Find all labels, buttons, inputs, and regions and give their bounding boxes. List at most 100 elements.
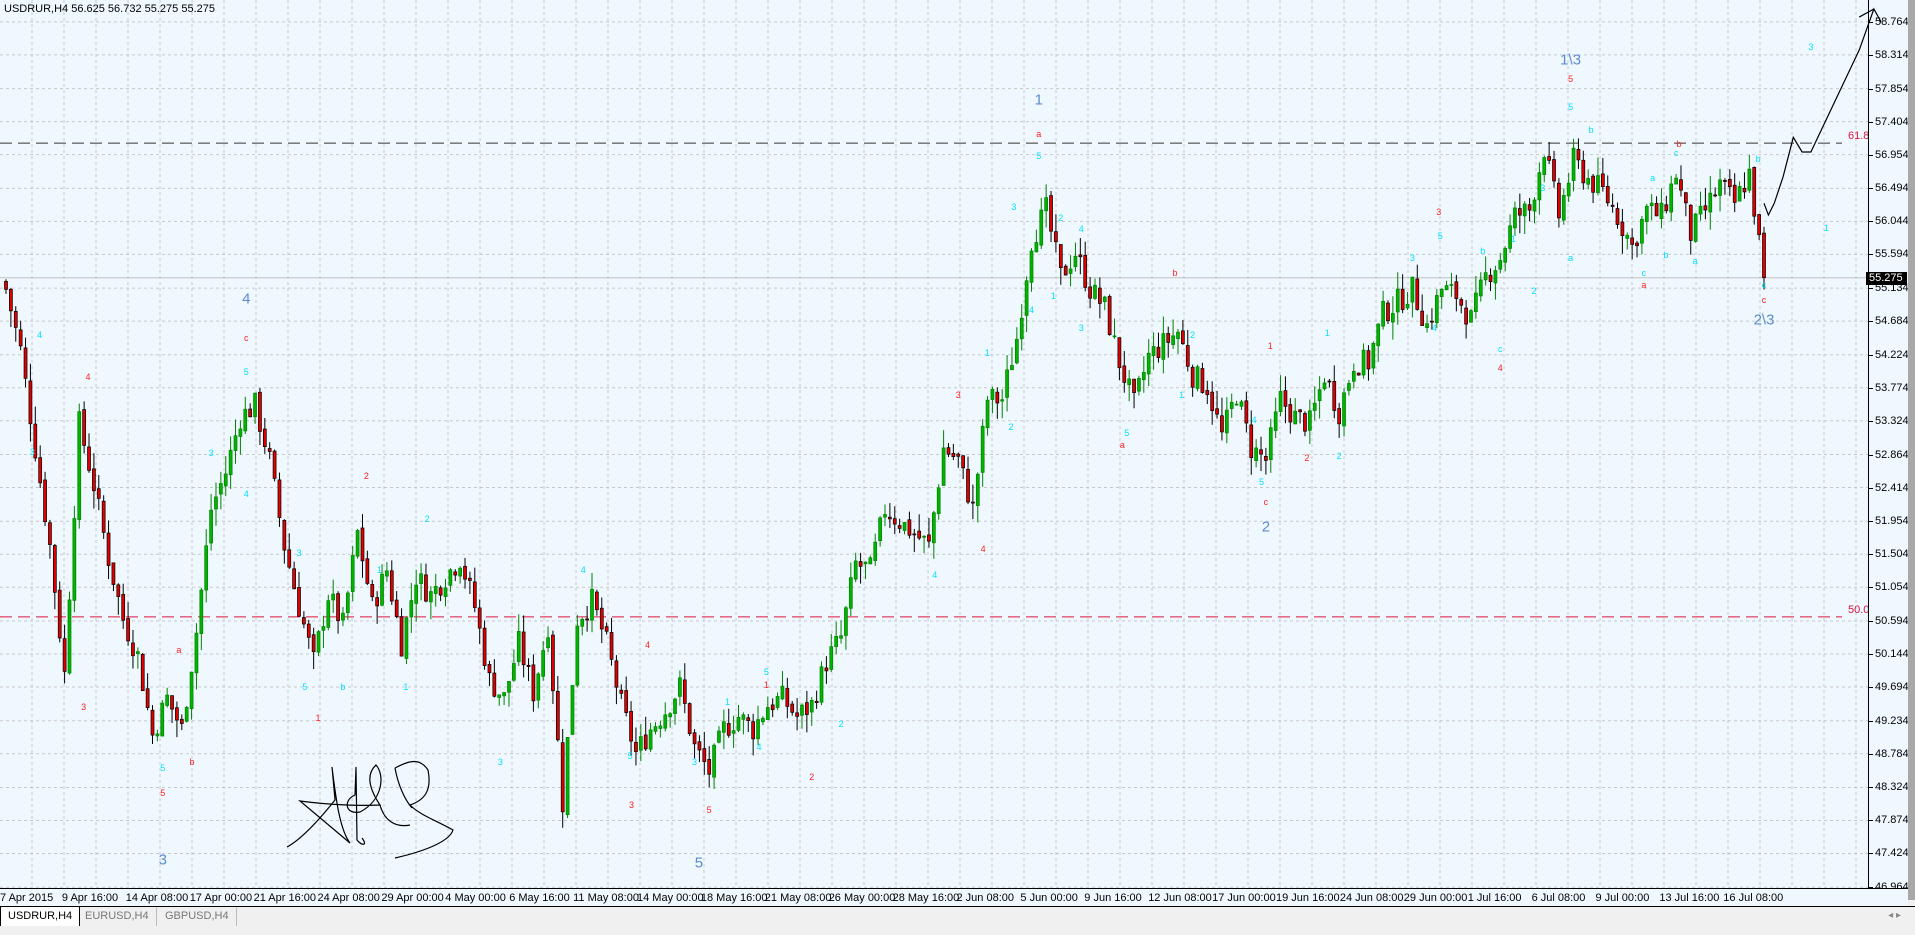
- candle-bull: [673, 698, 677, 715]
- candle-bull: [536, 673, 541, 701]
- candle-bull: [1659, 202, 1664, 219]
- wave-label-red: 4: [1497, 363, 1503, 374]
- price-tick: [1869, 621, 1873, 622]
- candle-bull: [1644, 205, 1649, 222]
- wave-label-cyan: 2: [1336, 450, 1342, 461]
- candle-bull: [980, 425, 985, 473]
- candle-bull: [502, 692, 506, 697]
- candle-bull: [433, 585, 438, 594]
- wave-label-red: c: [1263, 496, 1269, 507]
- candle-bear: [1723, 180, 1727, 182]
- chart-area[interactable]: USDRUR,H4 56.625 56.732 55.275 55.275 4 1…: [0, 0, 1868, 888]
- candle-bear: [1200, 368, 1205, 393]
- time-tick-label: 24 Jun 08:00: [1339, 892, 1404, 904]
- price-tick: [1869, 521, 1873, 523]
- candle-bull: [985, 399, 990, 429]
- time-tick-label: 29 Jun 00:00: [1403, 892, 1468, 904]
- vertical-scrollbar[interactable]: [1908, 0, 1915, 900]
- time-tick-label: 29 Apr 00:00: [381, 892, 444, 904]
- candle-bear: [1454, 281, 1459, 299]
- candle-bull: [575, 625, 580, 686]
- wave-label-cyan: c: [1498, 344, 1503, 355]
- candle-bear: [287, 549, 292, 568]
- candle-bull: [922, 535, 926, 538]
- candle-bull: [663, 714, 668, 729]
- candle-bear: [399, 616, 404, 657]
- candle-bull: [1513, 207, 1517, 229]
- candle-bull: [345, 592, 350, 614]
- candle-bear: [1181, 330, 1185, 344]
- candle-bull: [429, 591, 433, 603]
- candle-bear: [116, 584, 121, 597]
- wave-label-cyan: 1: [1324, 328, 1330, 339]
- time-tick-label: 7 Apr 2015: [0, 892, 54, 904]
- candle-bear: [4, 281, 8, 290]
- candle-bear: [907, 519, 912, 536]
- candle-bull: [653, 726, 658, 732]
- candle-bull: [1317, 389, 1322, 402]
- wave-label-cyan: 5: [1036, 150, 1042, 161]
- candle-bear: [1547, 156, 1551, 161]
- wave-label-red: 3: [629, 799, 635, 810]
- candle-bear: [1190, 366, 1195, 388]
- wave-label-red: 1: [315, 713, 321, 724]
- candle-bear: [1058, 244, 1063, 269]
- candle-bull: [756, 719, 760, 740]
- candle-bear: [726, 723, 731, 736]
- candle-bull: [1137, 377, 1141, 392]
- tab-gbpusd-h4[interactable]: GBPUSD,H4: [158, 907, 237, 926]
- candle-bear: [1557, 182, 1561, 219]
- candle-bull: [404, 617, 409, 659]
- candle-bull: [1234, 403, 1239, 406]
- tab-scroll-arrows[interactable]: ◂ ▸: [1888, 910, 1901, 921]
- wave-label-big: 2\3: [1753, 311, 1775, 329]
- candle-bear: [951, 453, 956, 458]
- candle-bear: [121, 594, 126, 621]
- candle-bear: [18, 329, 23, 347]
- wave-label-cyan: 2: [424, 513, 430, 524]
- candle-bear: [1600, 173, 1605, 187]
- candle-bear: [82, 409, 86, 446]
- wave-label-cyan: 5: [1437, 231, 1443, 242]
- wave-label-red: 2: [363, 471, 369, 482]
- wave-label-cyan: 5: [1124, 427, 1130, 438]
- tab-usdrur-h4[interactable]: USDRUR,H4: [0, 907, 81, 927]
- candle-bull: [326, 600, 331, 628]
- candle-bull: [761, 717, 765, 723]
- candle-bull: [77, 411, 82, 520]
- candle-bear: [1517, 208, 1522, 216]
- candle-bear: [492, 672, 497, 697]
- price-tick: [1869, 853, 1873, 855]
- candle-bear: [297, 587, 301, 617]
- candle-bull: [1112, 335, 1117, 338]
- wave-label-cyan: 1: [985, 347, 991, 358]
- candle-bull: [990, 388, 995, 400]
- candle-bear: [52, 545, 57, 593]
- candle-bull: [1674, 177, 1678, 185]
- candle-bear: [9, 288, 13, 312]
- candle-bear: [482, 627, 487, 666]
- price-tick: [1869, 787, 1873, 789]
- tab-eurusd-h4[interactable]: EURUSD,H4: [78, 907, 157, 926]
- candle-bear: [897, 525, 902, 529]
- candle-bull: [1444, 285, 1449, 291]
- candle-bear: [101, 500, 106, 533]
- time-tick-label: 16 Jul 08:00: [1723, 892, 1784, 904]
- candle-bull: [1176, 331, 1180, 340]
- candle-bull: [136, 651, 140, 654]
- candle-bear: [956, 453, 961, 457]
- candle-bull: [1073, 255, 1078, 268]
- candle-bear: [599, 607, 604, 630]
- wave-label-red: 3: [81, 702, 87, 713]
- candle-bull: [1747, 168, 1752, 191]
- price-axis[interactable]: 58.764 58.314 57.854 57.404 56.954 56.494 56.0…: [1868, 0, 1909, 893]
- candle-bull: [507, 681, 511, 693]
- candle-bear: [131, 642, 135, 657]
- time-axis[interactable]: 7 Apr 2015 9 Apr 16:00 14 Apr 08:00 17 Apr …: [0, 888, 1908, 907]
- candle-bull: [1381, 300, 1385, 327]
- wave-label-big: 3: [158, 851, 167, 869]
- wave-label-cyan: 5: [627, 751, 633, 762]
- price-tick-label: 49.694: [1875, 680, 1909, 693]
- candle-bear: [1576, 148, 1581, 161]
- candle-bear: [643, 734, 648, 750]
